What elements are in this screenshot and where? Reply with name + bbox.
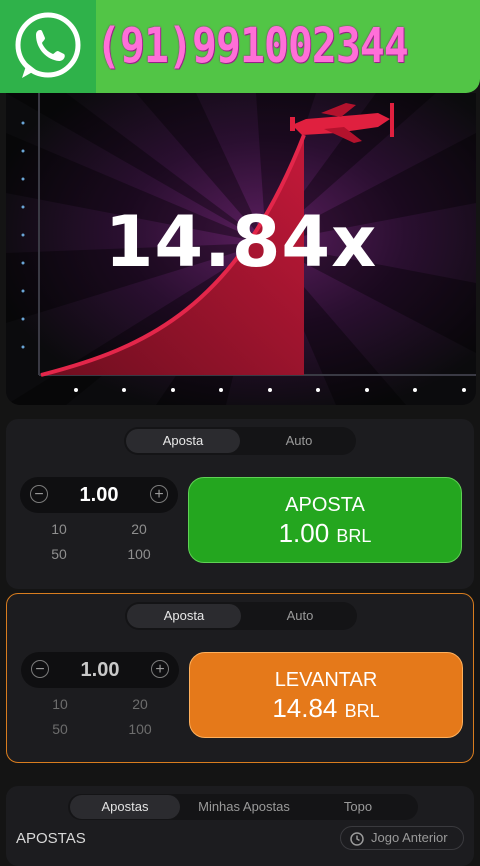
quick-amount-20[interactable]: 20 [104, 521, 174, 537]
currency-label: BRL [344, 701, 380, 721]
cashout-amount: 14.84 [272, 693, 338, 723]
cashout-label: LEVANTAR [274, 669, 378, 691]
cashout-button[interactable]: LEVANTAR 14.84 BRL [189, 652, 463, 738]
whatsapp-icon [0, 0, 96, 93]
bets-section: Apostas Minhas Apostas Topo APOSTAS Jogo… [6, 786, 474, 866]
bet-panel-2: Aposta Auto − 1.00 + 10 20 50 100 LEVANT… [6, 593, 474, 763]
phone-number: (91)991002344 [96, 18, 409, 74]
tab-topo[interactable]: Topo [308, 795, 408, 819]
plus-icon[interactable]: + [151, 660, 169, 678]
tab-apostas[interactable]: Apostas [70, 795, 180, 819]
bets-title: APOSTAS [16, 830, 86, 847]
bet-amount-value[interactable]: 1.00 [50, 477, 148, 513]
bets-tabs: Apostas Minhas Apostas Topo [68, 794, 418, 820]
currency-label: BRL [336, 526, 372, 546]
tab-minhas-apostas[interactable]: Minhas Apostas [184, 795, 304, 819]
bet-amount-stepper[interactable]: − 1.00 + [20, 477, 178, 513]
bet-amount-value[interactable]: 1.00 [51, 652, 149, 688]
multiplier-value: 14.84x [104, 201, 378, 283]
quick-amount-10[interactable]: 10 [24, 521, 94, 537]
place-bet-label: APOSTA [285, 494, 365, 516]
quick-amount-50[interactable]: 50 [24, 546, 94, 562]
place-bet-amount: 1.00 [278, 518, 330, 548]
bet-mode-tabs: Aposta Auto [125, 602, 357, 630]
tab-aposta[interactable]: Aposta [126, 429, 240, 453]
minus-icon[interactable]: − [30, 485, 48, 503]
quick-amount-50[interactable]: 50 [25, 721, 95, 737]
plus-icon[interactable]: + [150, 485, 168, 503]
bet-amount-stepper[interactable]: − 1.00 + [21, 652, 179, 688]
previous-game-label: Jogo Anterior [371, 830, 448, 845]
game-canvas: 14.84x [6, 93, 476, 405]
bet-mode-tabs: Aposta Auto [124, 427, 356, 455]
quick-amount-10[interactable]: 10 [25, 696, 95, 712]
quick-amount-100[interactable]: 100 [105, 721, 175, 737]
quick-amount-100[interactable]: 100 [104, 546, 174, 562]
whatsapp-banner[interactable]: (91)991002344 [0, 0, 480, 93]
bet-panel-1: Aposta Auto − 1.00 + 10 20 50 100 APOSTA… [6, 419, 474, 589]
previous-game-button[interactable]: Jogo Anterior [340, 826, 464, 850]
minus-icon[interactable]: − [31, 660, 49, 678]
tab-aposta[interactable]: Aposta [127, 604, 241, 628]
tab-auto[interactable]: Auto [243, 604, 357, 628]
tab-auto[interactable]: Auto [242, 429, 356, 453]
place-bet-button[interactable]: APOSTA 1.00 BRL [188, 477, 462, 563]
quick-amount-20[interactable]: 20 [105, 696, 175, 712]
history-icon [350, 832, 364, 846]
